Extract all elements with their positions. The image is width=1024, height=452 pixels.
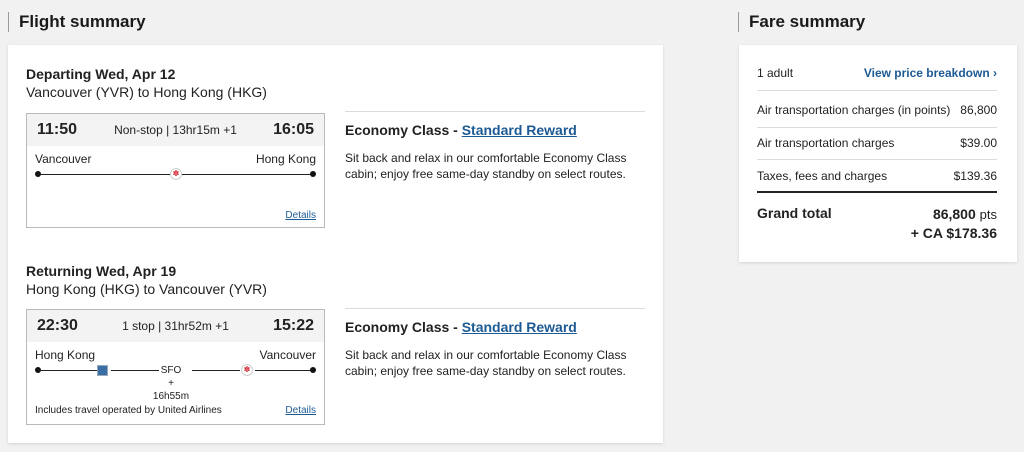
outbound-arrival-time: 16:05 <box>273 121 314 138</box>
air-canada-leaf-icon: ✽ <box>170 168 182 180</box>
flight-summary-card: Departing Wed, Apr 12 Vancouver (YVR) to… <box>8 45 663 443</box>
fare-divider <box>757 159 997 160</box>
passenger-count: 1 adult <box>757 66 794 80</box>
outbound-cabin-label: Economy Class - <box>345 122 462 138</box>
outbound-route: Vancouver (YVR) to Hong Kong (HKG) <box>26 84 267 100</box>
flight-summary-title: Flight summary <box>8 12 146 32</box>
return-arrival-time: 15:22 <box>273 317 314 334</box>
outbound-cabin: Economy Class - Standard Reward <box>345 122 645 138</box>
outbound-destination-city: Hong Kong <box>255 152 316 166</box>
fare-row-value: $39.00 <box>960 136 997 150</box>
return-route-line-1 <box>38 370 98 371</box>
outbound-origin-city: Vancouver <box>35 152 92 166</box>
outbound-destination-dot <box>310 171 316 177</box>
outbound-itinerary-box: 11:50 Non-stop | 13hr15m +1 16:05 Vancou… <box>26 113 325 228</box>
outbound-reward-link[interactable]: Standard Reward <box>462 122 577 138</box>
fare-divider <box>757 90 997 91</box>
fare-row: Air transportation charges (in points) 8… <box>757 103 997 117</box>
united-airlines-icon <box>97 365 108 376</box>
return-route: Hong Kong (HKG) to Vancouver (YVR) <box>26 281 267 297</box>
fare-row-value: $139.36 <box>953 169 997 183</box>
view-price-breakdown-label: View price breakdown <box>863 66 990 80</box>
chevron-right-icon: › <box>993 66 997 80</box>
grand-total-value: 86,800 pts + CA $178.36 <box>911 205 997 242</box>
outbound-date: Departing Wed, Apr 12 <box>26 66 176 82</box>
return-cabin-label: Economy Class - <box>345 319 462 335</box>
outbound-fare-info: Economy Class - Standard Reward Sit back… <box>345 111 645 182</box>
return-destination-city: Vancouver <box>259 348 316 362</box>
fare-row-label: Air transportation charges <box>757 136 895 150</box>
return-date: Returning Wed, Apr 19 <box>26 263 177 279</box>
layover-info: SFO + 16h55m <box>149 364 193 403</box>
fare-summary-title: Fare summary <box>738 12 865 32</box>
outbound-details-link[interactable]: Details <box>285 210 316 221</box>
grand-total-divider <box>757 191 997 193</box>
outbound-times-bar: 11:50 Non-stop | 13hr15m +1 16:05 <box>27 114 324 146</box>
return-times-bar: 22:30 1 stop | 31hr52m +1 15:22 <box>27 310 324 342</box>
return-fare-divider <box>345 308 645 309</box>
operated-by-note: Includes travel operated by United Airli… <box>35 405 222 416</box>
return-destination-dot <box>310 367 316 373</box>
fare-divider <box>757 127 997 128</box>
return-heading: Returning Wed, Apr 19 Hong Kong (HKG) to… <box>26 262 267 298</box>
air-canada-leaf-icon: ✽ <box>241 364 253 376</box>
return-itinerary-box: 22:30 1 stop | 31hr52m +1 15:22 Hong Kon… <box>26 309 325 425</box>
points-unit: pts <box>979 207 997 222</box>
outbound-cabin-description: Sit back and relax in our comfortable Ec… <box>345 151 627 181</box>
grand-total-label: Grand total <box>757 205 832 221</box>
fare-row: Taxes, fees and charges $139.36 <box>757 169 997 183</box>
fare-row-label: Air transportation charges (in points) <box>757 103 951 117</box>
return-cabin-description: Sit back and relax in our comfortable Ec… <box>345 348 627 378</box>
view-price-breakdown-link[interactable]: View price breakdown › <box>864 66 997 80</box>
grand-total-points: 86,800 <box>932 206 976 222</box>
outbound-fare-divider <box>345 111 645 112</box>
return-route-line-3 <box>192 370 240 371</box>
fare-row-value: 86,800 <box>960 103 997 117</box>
return-origin-city: Hong Kong <box>35 348 96 362</box>
return-fare-info: Economy Class - Standard Reward Sit back… <box>345 308 645 379</box>
outbound-heading: Departing Wed, Apr 12 Vancouver (YVR) to… <box>26 65 267 101</box>
grand-total-cash: + CA $178.36 <box>910 225 997 241</box>
return-reward-link[interactable]: Standard Reward <box>462 319 577 335</box>
return-route-line-4 <box>255 370 313 371</box>
layover-airport: SFO <box>160 365 182 376</box>
fare-row: Air transportation charges $39.00 <box>757 136 997 150</box>
fare-row-label: Taxes, fees and charges <box>757 169 888 183</box>
fare-summary-card: 1 adult View price breakdown › Air trans… <box>739 45 1017 262</box>
return-cabin: Economy Class - Standard Reward <box>345 319 645 335</box>
layover-duration: + 16h55m <box>152 378 190 402</box>
return-details-link[interactable]: Details <box>285 405 316 416</box>
passenger-row: 1 adult View price breakdown › <box>757 66 997 80</box>
